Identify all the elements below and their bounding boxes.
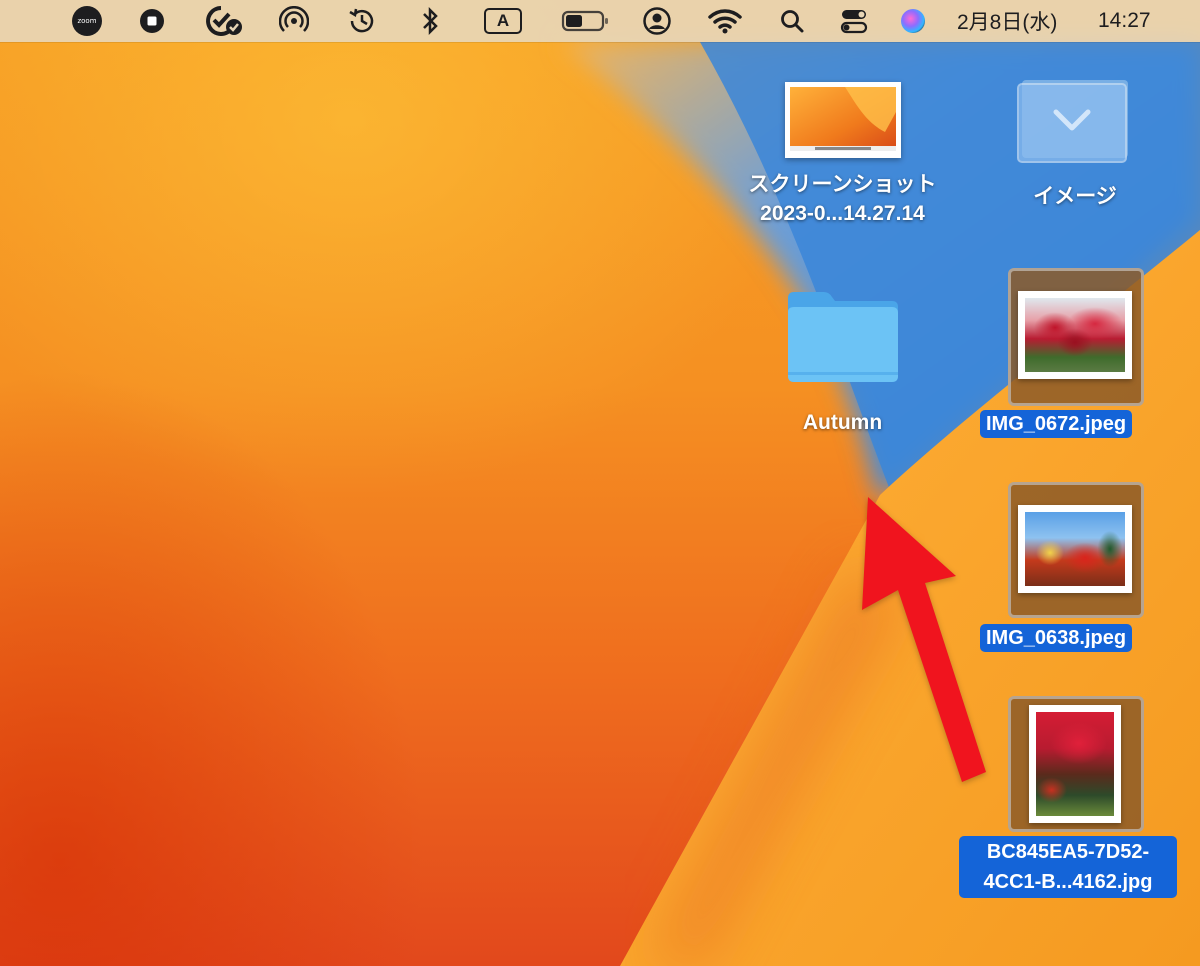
desktop-icon-label: IMG_0672.jpeg [980, 410, 1133, 438]
menu-bar: zoom A 2月8日(水) 14:27 [0, 0, 1200, 42]
control-center-icon[interactable] [838, 0, 870, 42]
desktop-icon-label-block: BC845EA5-7D52- 4CC1-B...4162.jpg [959, 836, 1177, 898]
user-account-icon[interactable] [641, 0, 673, 42]
siri-icon[interactable] [898, 0, 928, 42]
airdrop-broadcast-icon[interactable] [278, 0, 310, 42]
disk-image-icon [1017, 80, 1128, 163]
desktop-icon-img-0638[interactable]: IMG_0638.jpeg [970, 482, 1180, 657]
input-method-icon[interactable]: A [482, 0, 524, 42]
photo-thumbnail-icon [1029, 705, 1121, 823]
desktop-icon-folder-autumn[interactable]: Autumn [770, 288, 915, 437]
desktop-icon-screenshot[interactable]: スクリーンショット 2023-0...14.27.14 [735, 82, 950, 228]
spotlight-search-icon[interactable] [778, 0, 806, 42]
desktop-icon-img-0672[interactable]: IMG_0672.jpeg [970, 268, 1180, 443]
desktop-icon-label: IMG_0638.jpeg [980, 624, 1133, 652]
desktop-icon-label: Autumn [802, 411, 883, 434]
menubar-date[interactable]: 2月8日(水) [957, 0, 1057, 42]
desktop-icon-label: 4CC1-B...4162.jpg [983, 871, 1153, 893]
wifi-icon[interactable] [706, 0, 744, 42]
stop-recording-icon[interactable] [137, 0, 167, 42]
photo-thumbnail-icon [1018, 291, 1132, 379]
photo-thumbnail-icon [1018, 505, 1132, 593]
focus-check-icon[interactable] [204, 0, 244, 42]
input-method-label: A [484, 8, 522, 34]
desktop-icon-label: イメージ [1033, 185, 1117, 208]
zoom-badge: zoom [72, 6, 102, 36]
time-machine-icon[interactable] [346, 0, 378, 42]
desktop-icon-label: BC845EA5-7D52- [986, 841, 1150, 863]
desktop-icon-disk-image[interactable]: イメージ [1000, 76, 1150, 211]
battery-icon[interactable] [560, 0, 610, 42]
desktop-icon-label: スクリーンショット [748, 173, 937, 196]
zoom-icon[interactable]: zoom [70, 0, 104, 42]
folder-icon [787, 292, 898, 382]
desktop-icon-label: 2023-0...14.27.14 [760, 202, 925, 225]
bluetooth-icon[interactable] [418, 0, 442, 42]
desktop-icon-bc845ea5[interactable]: BC845EA5-7D52- 4CC1-B...4162.jpg [955, 696, 1195, 901]
screenshot-thumbnail-icon [784, 82, 901, 158]
menubar-time[interactable]: 14:27 [1098, 0, 1151, 42]
